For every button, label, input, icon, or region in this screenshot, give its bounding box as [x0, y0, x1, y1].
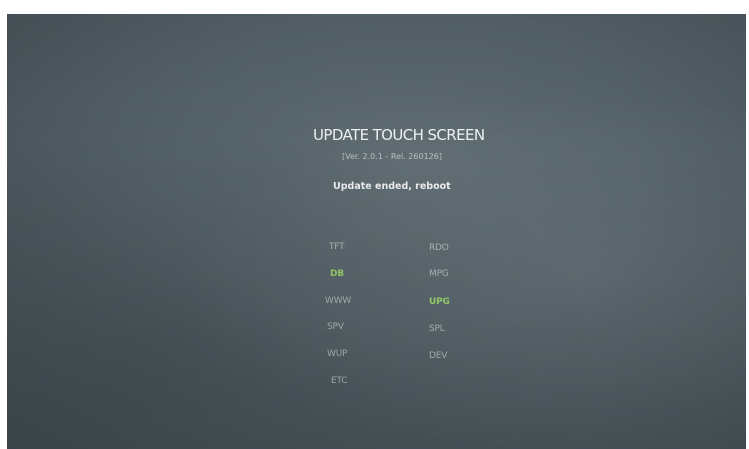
module-item-rdo: RDO — [429, 243, 449, 253]
version-label: [Ver. 2.0.1 - Rel. 260126] — [342, 152, 442, 161]
module-item-upg: UPG — [429, 297, 450, 307]
module-item-www: WWW — [325, 296, 352, 306]
photo-frame: UPDATE TOUCH SCREEN [Ver. 2.0.1 - Rel. 2… — [0, 0, 749, 449]
module-item-db: DB — [330, 269, 344, 279]
module-item-wup: WUP — [327, 349, 348, 359]
module-item-etc: ETC — [331, 376, 348, 386]
touch-screen-display: UPDATE TOUCH SCREEN [Ver. 2.0.1 - Rel. 2… — [7, 14, 746, 449]
module-item-spl: SPL — [429, 324, 445, 334]
module-item-dev: DEV — [429, 351, 448, 361]
update-status-message: Update ended, reboot — [333, 181, 451, 192]
module-item-mpg: MPG — [429, 269, 449, 279]
module-item-spv: SPV — [327, 322, 344, 332]
module-item-tft: TFT — [329, 242, 345, 252]
page-title: UPDATE TOUCH SCREEN — [313, 126, 485, 144]
